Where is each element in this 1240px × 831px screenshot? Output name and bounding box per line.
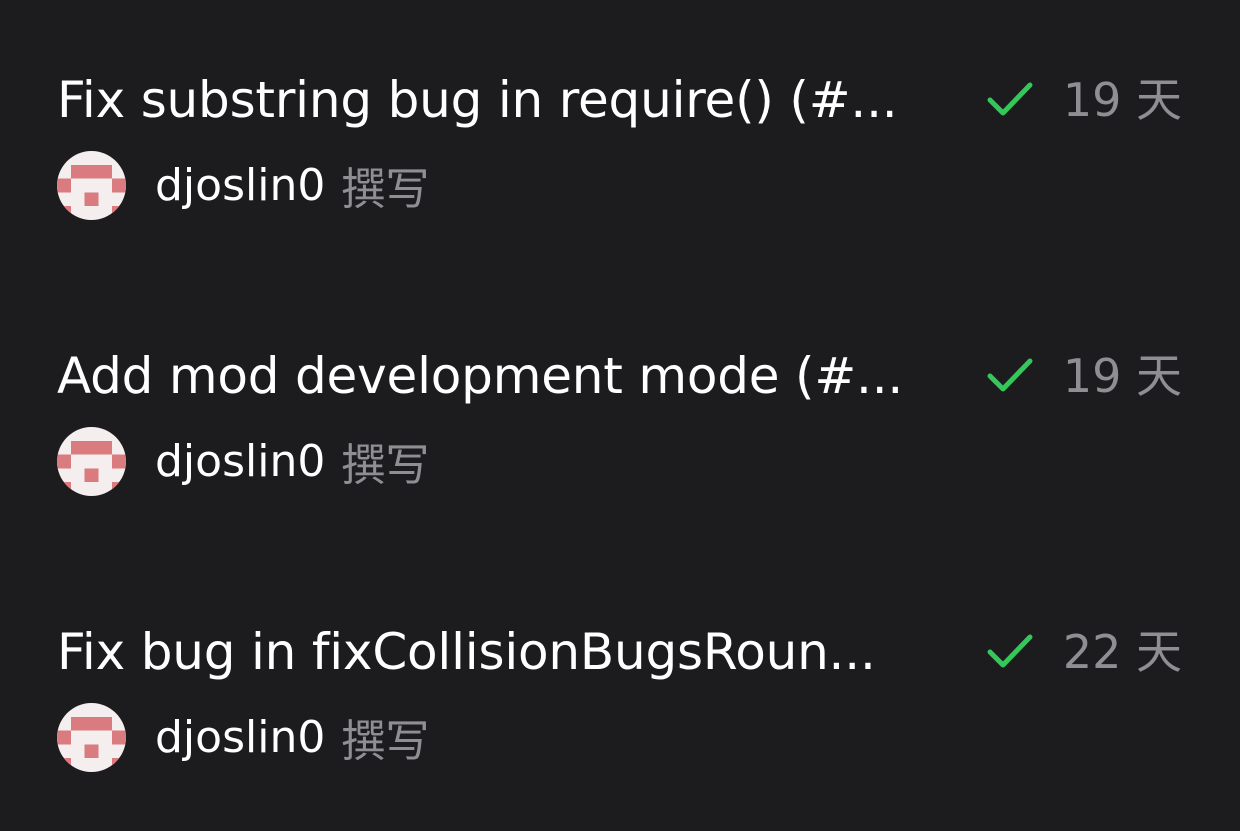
author-row: djoslin0 撰写 [57, 426, 429, 496]
commit-title: Add mod development mode (#... [57, 347, 904, 405]
author-name[interactable]: djoslin0 [155, 436, 325, 487]
commit-item[interactable]: Fix substring bug in require() (#... 19 … [0, 0, 1240, 220]
commit-time: 19 天 [1062, 349, 1182, 403]
check-icon [987, 634, 1033, 668]
avatar[interactable] [57, 426, 126, 496]
authored-label: 撰写 [341, 716, 430, 767]
authored-label: 撰写 [341, 440, 430, 491]
commit-time: 22 天 [1062, 625, 1182, 679]
check-icon [987, 358, 1033, 392]
authored-label: 撰写 [341, 164, 430, 215]
author-row: djoslin0 撰写 [57, 150, 429, 220]
commit-list: Fix substring bug in require() (#... 19 … [0, 0, 1240, 831]
author-name[interactable]: djoslin0 [155, 712, 325, 763]
commit-title: Fix bug in fixCollisionBugsRoun... [57, 623, 876, 681]
commit-time: 19 天 [1062, 73, 1182, 127]
avatar[interactable] [57, 702, 126, 772]
check-icon [987, 82, 1033, 116]
author-row: djoslin0 撰写 [57, 702, 429, 772]
commit-title: Fix substring bug in require() (#... [57, 71, 898, 129]
commit-item[interactable]: Add mod development mode (#... 19 天 djos… [0, 276, 1240, 496]
commit-item[interactable]: Fix bug in fixCollisionBugsRoun... 22 天 … [0, 552, 1240, 772]
avatar[interactable] [57, 150, 126, 220]
author-name[interactable]: djoslin0 [155, 160, 325, 211]
